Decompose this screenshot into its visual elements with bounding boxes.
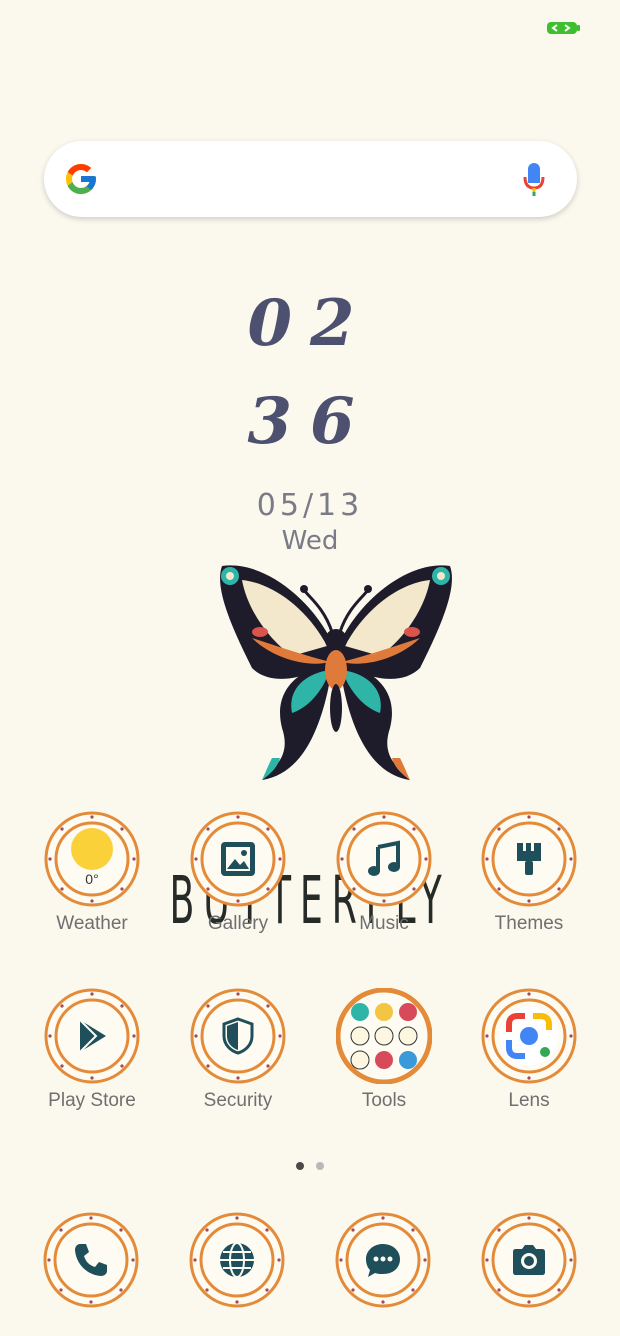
google-search-bar[interactable]	[44, 141, 577, 217]
google-g-icon	[66, 164, 96, 194]
globe-icon	[220, 1242, 254, 1278]
date-text: 05/13	[256, 488, 364, 523]
microphone-icon[interactable]	[523, 161, 545, 197]
page-indicator[interactable]	[290, 1160, 330, 1172]
app-tools-folder[interactable]: Tools	[314, 988, 454, 1112]
clock-minutes[interactable]: 36	[0, 390, 620, 454]
app-play-store[interactable]: Play Store	[22, 988, 162, 1112]
music-note-icon	[368, 840, 400, 876]
app-lens[interactable]: Lens	[459, 988, 599, 1112]
dock-messages[interactable]	[313, 1212, 453, 1308]
app-label: Lens	[508, 1090, 550, 1111]
app-themes[interactable]: Themes	[459, 811, 599, 935]
app-weather[interactable]: 0° Weather	[22, 811, 162, 935]
dock-phone[interactable]	[21, 1212, 161, 1308]
shield-icon	[222, 1017, 254, 1055]
weather-temperature: 0°	[85, 871, 99, 887]
battery-icon	[547, 22, 580, 34]
paintbrush-icon	[517, 843, 541, 875]
image-icon	[221, 842, 255, 876]
weather-sun-icon	[71, 828, 113, 870]
clock-hours[interactable]: 02	[0, 292, 620, 356]
message-icon	[366, 1244, 400, 1277]
dock-camera[interactable]	[459, 1212, 599, 1308]
play-store-icon	[79, 1019, 106, 1053]
app-label: Themes	[494, 913, 564, 934]
camera-icon	[513, 1245, 545, 1275]
app-label: Play Store	[48, 1090, 136, 1111]
status-bar	[0, 0, 620, 56]
app-label: Tools	[361, 1090, 407, 1111]
google-lens-icon	[500, 1007, 558, 1065]
app-security[interactable]: Security	[168, 988, 308, 1112]
dock-browser[interactable]	[167, 1212, 307, 1308]
folder-frame	[336, 988, 432, 1084]
app-label: Weather	[56, 913, 128, 934]
app-music[interactable]: Music	[314, 811, 454, 935]
app-label: Music	[359, 913, 409, 934]
app-gallery[interactable]: Gallery	[168, 811, 308, 935]
app-label: Gallery	[207, 913, 269, 934]
app-label: Security	[203, 1090, 273, 1111]
phone-icon	[75, 1244, 107, 1276]
weekday-text: Wed	[281, 526, 339, 556]
butterfly-illustration	[220, 565, 452, 780]
